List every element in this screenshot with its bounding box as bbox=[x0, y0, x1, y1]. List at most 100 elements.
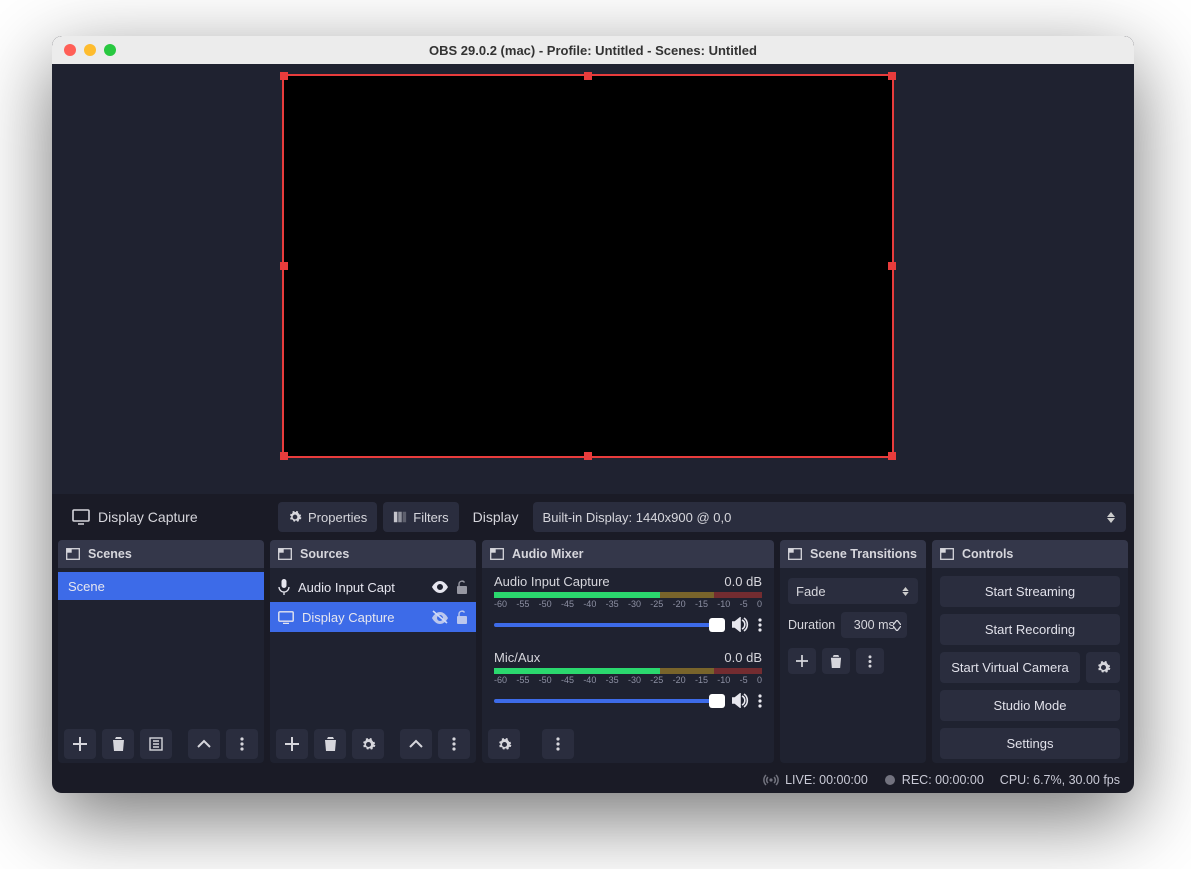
dock-icon bbox=[490, 548, 504, 560]
eye-icon[interactable] bbox=[432, 581, 448, 593]
audio-meter bbox=[494, 668, 762, 674]
speaker-icon[interactable] bbox=[732, 693, 750, 708]
obs-window: OBS 29.0.2 (mac) - Profile: Untitled - S… bbox=[52, 36, 1134, 793]
mixer-track-db: 0.0 dB bbox=[724, 650, 762, 665]
duration-input[interactable]: 300 ms bbox=[841, 612, 907, 638]
dots-vertical-icon bbox=[452, 737, 456, 751]
source-properties-button[interactable] bbox=[352, 729, 384, 759]
selected-source-text: Display Capture bbox=[98, 509, 198, 525]
broadcast-icon bbox=[763, 773, 779, 787]
remove-transition-button[interactable] bbox=[822, 648, 850, 674]
lock-open-icon[interactable] bbox=[456, 580, 468, 594]
source-item-audio-input[interactable]: Audio Input Capt bbox=[270, 572, 476, 602]
scene-more-button[interactable] bbox=[226, 729, 258, 759]
status-rec: REC: 00:00:00 bbox=[902, 773, 984, 787]
scenes-list[interactable]: Scene bbox=[58, 568, 264, 725]
slider-thumb[interactable] bbox=[709, 694, 725, 708]
volume-slider[interactable] bbox=[494, 623, 724, 627]
controls-header[interactable]: Controls bbox=[932, 540, 1128, 568]
add-transition-button[interactable] bbox=[788, 648, 816, 674]
preview-area[interactable] bbox=[52, 64, 1134, 494]
scene-item[interactable]: Scene bbox=[58, 572, 264, 600]
microphone-icon bbox=[278, 579, 290, 595]
window-maximize-button[interactable] bbox=[104, 44, 116, 56]
properties-button[interactable]: Properties bbox=[278, 502, 377, 532]
chevron-up-icon[interactable] bbox=[893, 620, 901, 625]
window-title: OBS 29.0.2 (mac) - Profile: Untitled - S… bbox=[52, 43, 1134, 58]
add-scene-button[interactable] bbox=[64, 729, 96, 759]
meter-ticks: -60-55-50-45-40-35-30-25-20-15-10-50 bbox=[494, 675, 762, 685]
filters-icon bbox=[393, 510, 407, 524]
source-toolbar: Display Capture Properties Filters Displ… bbox=[52, 494, 1134, 540]
start-streaming-button[interactable]: Start Streaming bbox=[940, 576, 1120, 607]
chevron-up-icon bbox=[197, 739, 211, 749]
gear-icon bbox=[288, 510, 302, 524]
virtual-camera-settings-button[interactable] bbox=[1086, 652, 1120, 683]
scene-item-label: Scene bbox=[68, 579, 105, 594]
volume-slider[interactable] bbox=[494, 699, 724, 703]
chevron-updown-icon bbox=[1106, 512, 1116, 523]
display-select[interactable]: Built-in Display: 1440x900 @ 0,0 bbox=[533, 502, 1126, 532]
sources-panel-header[interactable]: Sources bbox=[270, 540, 476, 568]
dots-vertical-icon bbox=[240, 737, 244, 751]
chevron-down-icon[interactable] bbox=[893, 626, 901, 631]
dock-icon bbox=[278, 548, 292, 560]
settings-button[interactable]: Settings bbox=[940, 728, 1120, 759]
mixer-more-button[interactable] bbox=[542, 729, 574, 759]
remove-source-button[interactable] bbox=[314, 729, 346, 759]
source-item-label: Audio Input Capt bbox=[298, 580, 395, 595]
scenes-panel: Scenes Scene bbox=[58, 540, 264, 763]
plus-icon bbox=[796, 655, 808, 667]
preview-canvas[interactable] bbox=[282, 74, 894, 458]
meter-ticks: -60-55-50-45-40-35-30-25-20-15-10-50 bbox=[494, 599, 762, 609]
selected-source-label: Display Capture bbox=[60, 509, 260, 525]
audio-mixer-header[interactable]: Audio Mixer bbox=[482, 540, 774, 568]
gear-icon bbox=[1096, 660, 1111, 675]
lock-open-icon[interactable] bbox=[456, 610, 468, 624]
sources-panel: Sources Audio Input Capt Display Capture bbox=[270, 540, 476, 763]
remove-scene-button[interactable] bbox=[102, 729, 134, 759]
start-recording-button[interactable]: Start Recording bbox=[940, 614, 1120, 645]
transition-select[interactable]: Fade bbox=[788, 578, 918, 604]
audio-meter bbox=[494, 592, 762, 598]
monitor-icon bbox=[72, 509, 90, 525]
trash-icon bbox=[112, 737, 125, 751]
dock-icon bbox=[788, 548, 802, 560]
transitions-header[interactable]: Scene Transitions bbox=[780, 540, 926, 568]
speaker-icon[interactable] bbox=[732, 617, 750, 632]
window-close-button[interactable] bbox=[64, 44, 76, 56]
start-virtual-camera-button[interactable]: Start Virtual Camera bbox=[940, 652, 1080, 683]
trash-icon bbox=[830, 655, 842, 668]
status-live: LIVE: 00:00:00 bbox=[785, 773, 868, 787]
display-field-label: Display bbox=[465, 509, 527, 525]
dots-vertical-icon bbox=[868, 655, 872, 668]
mixer-track: Audio Input Capture 0.0 dB -60-55-50-45-4… bbox=[482, 572, 774, 638]
display-select-value: Built-in Display: 1440x900 @ 0,0 bbox=[543, 510, 732, 525]
add-source-button[interactable] bbox=[276, 729, 308, 759]
plus-icon bbox=[73, 737, 87, 751]
sources-list[interactable]: Audio Input Capt Display Capture bbox=[270, 568, 476, 725]
source-item-display-capture[interactable]: Display Capture bbox=[270, 602, 476, 632]
chevron-updown-icon bbox=[900, 587, 910, 596]
move-scene-up-button[interactable] bbox=[188, 729, 220, 759]
eye-hidden-icon[interactable] bbox=[432, 610, 448, 624]
mixer-track-db: 0.0 dB bbox=[724, 574, 762, 589]
slider-thumb[interactable] bbox=[709, 618, 725, 632]
dots-vertical-icon[interactable] bbox=[758, 694, 762, 708]
window-minimize-button[interactable] bbox=[84, 44, 96, 56]
dots-vertical-icon[interactable] bbox=[758, 618, 762, 632]
transition-more-button[interactable] bbox=[856, 648, 884, 674]
duration-value: 300 ms bbox=[854, 618, 895, 632]
dock-icon bbox=[940, 548, 954, 560]
move-source-up-button[interactable] bbox=[400, 729, 432, 759]
studio-mode-button[interactable]: Studio Mode bbox=[940, 690, 1120, 721]
scenes-panel-header[interactable]: Scenes bbox=[58, 540, 264, 568]
gear-icon bbox=[361, 737, 376, 752]
scene-filter-button[interactable] bbox=[140, 729, 172, 759]
source-item-label: Display Capture bbox=[302, 610, 395, 625]
filters-button[interactable]: Filters bbox=[383, 502, 458, 532]
mixer-settings-button[interactable] bbox=[488, 729, 520, 759]
source-more-button[interactable] bbox=[438, 729, 470, 759]
dots-vertical-icon bbox=[556, 737, 560, 751]
mixer-track-name: Audio Input Capture bbox=[494, 574, 610, 589]
